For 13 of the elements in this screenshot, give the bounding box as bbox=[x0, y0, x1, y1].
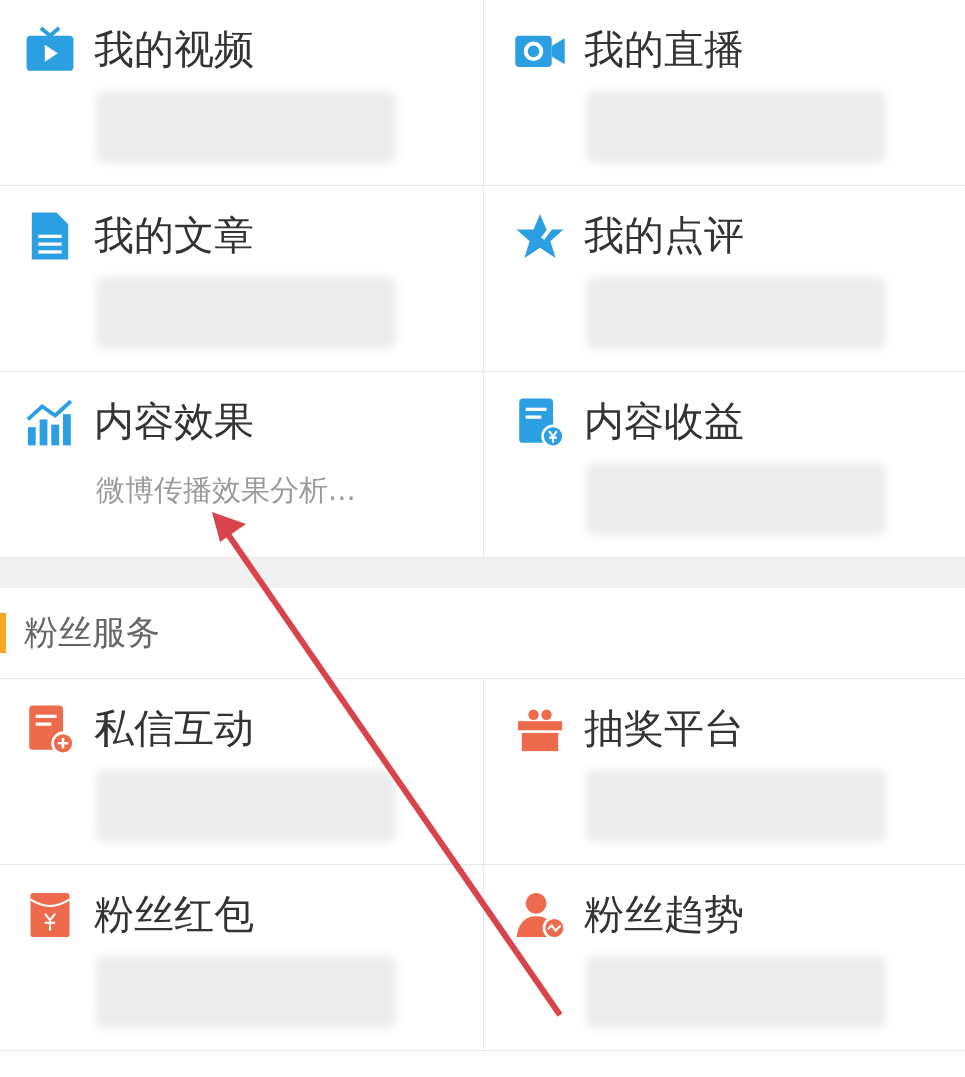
menu-item[interactable]: 内容收益 bbox=[513, 394, 941, 449]
menu-item[interactable]: 抽奖平台 bbox=[513, 701, 941, 756]
header-accent bbox=[0, 613, 6, 653]
menu-item[interactable]: 我的视频 bbox=[24, 22, 459, 77]
item-description: 微博传播效果分析... bbox=[96, 472, 357, 509]
menu-item[interactable]: 我的点评 bbox=[513, 208, 941, 263]
menu-item[interactable]: 我的文章 bbox=[24, 208, 459, 263]
menu-item[interactable]: 内容效果 bbox=[24, 394, 459, 449]
menu-item[interactable]: 粉丝趋势 bbox=[513, 887, 941, 942]
menu-item[interactable]: 私信互动 bbox=[24, 701, 459, 756]
menu-item[interactable]: 我的直播 bbox=[513, 22, 941, 77]
section-title: 粉丝服务 bbox=[24, 611, 160, 654]
menu-item[interactable]: 粉丝红包 bbox=[24, 887, 459, 942]
